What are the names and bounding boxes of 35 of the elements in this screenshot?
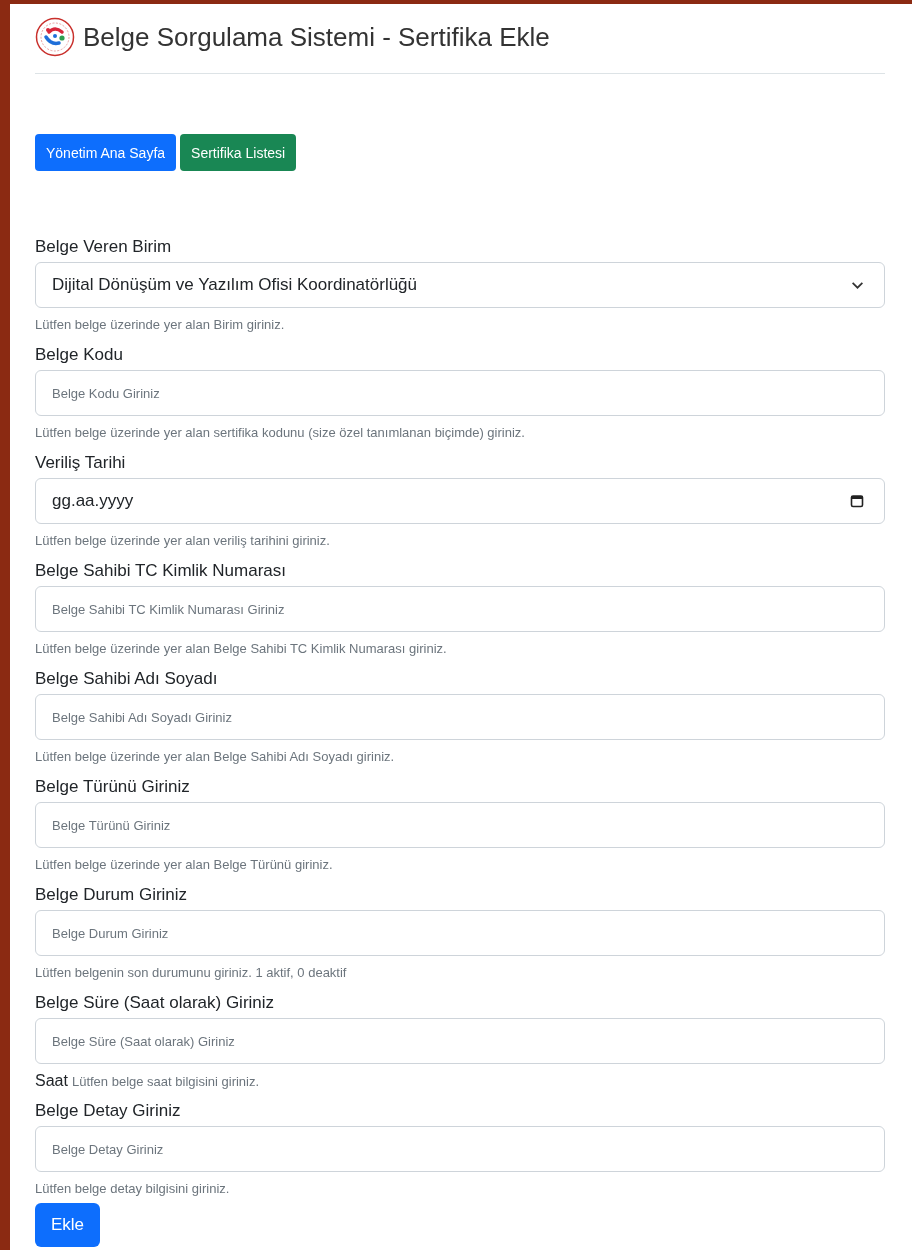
help-text: Lütfen belge üzerinde yer alan Belge Sahibi Adı Soyadı giriniz. bbox=[35, 748, 395, 766]
field-label: Belge Veren Birim bbox=[35, 236, 173, 258]
input-field[interactable]: Belge Türünü Giriniz bbox=[35, 802, 885, 848]
help-text: Lütfen belge üzerinde yer alan sertifika kodunu (size özel tanımlanan biçimde) giriniz. bbox=[35, 424, 525, 442]
help-text: Lütfen belge üzerinde yer alan Belge Sahibi TC Kimlik Numarası giriniz. bbox=[35, 640, 447, 658]
calendar-icon[interactable] bbox=[850, 494, 864, 508]
help-text: Lütfen belge üzerinde yer alan veriliş tarihini giriniz. bbox=[35, 532, 330, 550]
field-label: Belge Detay Giriniz bbox=[35, 1100, 182, 1122]
field-label: Belge Türünü Giriniz bbox=[35, 776, 191, 798]
input-field[interactable]: Belge Sahibi Adı Soyadı Giriniz bbox=[35, 694, 885, 740]
input-field[interactable]: Belge Süre (Saat olarak) Giriniz bbox=[35, 1018, 885, 1064]
submit-button[interactable]: Ekle bbox=[35, 1203, 101, 1247]
input-field[interactable]: Belge Kodu Giriniz bbox=[35, 370, 885, 416]
field-label: Belge Sahibi TC Kimlik Numarası bbox=[35, 560, 287, 582]
help-text: Lütfen belgenin son durumunu giriniz. 1 aktif, 0 deaktif bbox=[35, 964, 347, 982]
field-label: Belge Süre (Saat olarak) Giriniz bbox=[35, 992, 276, 1014]
unit-label: Saat bbox=[35, 1072, 68, 1090]
field-label: Belge Sahibi Adı Soyadı bbox=[35, 668, 219, 690]
help-text: Lütfen belge saat bilgisini giriniz. bbox=[71, 1073, 260, 1091]
field-label: Belge Kodu bbox=[35, 344, 124, 366]
help-text: Lütfen belge detay bilgisini giriniz. bbox=[35, 1180, 230, 1198]
input-field[interactable]: Belge Sahibi TC Kimlik Numarası Giriniz bbox=[35, 586, 885, 632]
input-field[interactable]: Belge Detay Giriniz bbox=[35, 1126, 885, 1172]
page-title: Belge Sorgulama Sistemi - Sertifika Ekle bbox=[83, 21, 550, 53]
dropdown-field[interactable]: Dijital Dönüşüm ve Yazılım Ofisi Koordinatörlüğü bbox=[35, 262, 885, 308]
date-field[interactable]: gg.aa.yyyy bbox=[35, 478, 885, 524]
nav-button[interactable]: Sertifika Listesi bbox=[180, 134, 297, 171]
chevron-down-icon bbox=[851, 280, 864, 290]
input-field[interactable]: Belge Durum Giriniz bbox=[35, 910, 885, 956]
help-text: Lütfen belge üzerinde yer alan Birim giriniz. bbox=[35, 316, 285, 334]
field-label: Belge Durum Giriniz bbox=[35, 884, 189, 906]
nav-button[interactable]: Yönetim Ana Sayfa bbox=[35, 134, 177, 171]
help-text: Lütfen belge üzerinde yer alan Belge Türünü giriniz. bbox=[35, 856, 333, 874]
logo-icon bbox=[35, 17, 75, 57]
field-label: Veriliş Tarihi bbox=[35, 452, 127, 474]
